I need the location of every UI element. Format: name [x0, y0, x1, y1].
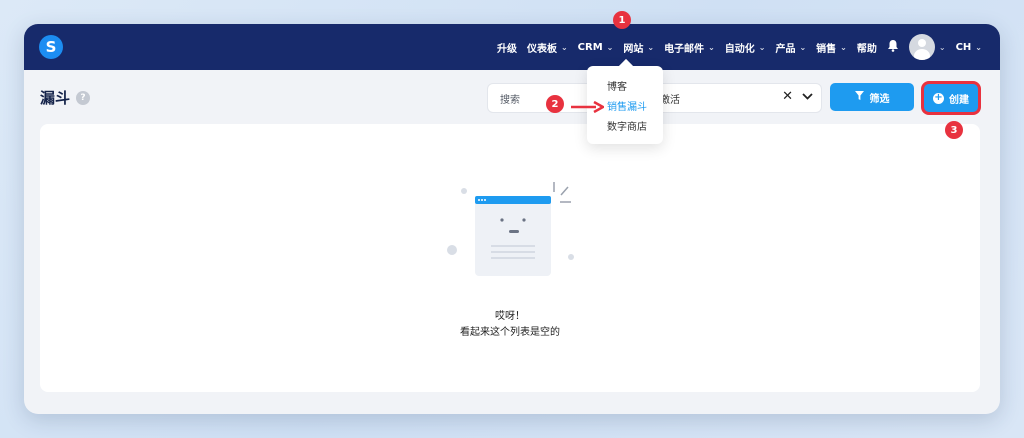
nav-dashboard[interactable]: 仪表板 ⌄	[527, 40, 568, 55]
chevron-down-icon: ⌄	[840, 42, 847, 52]
arrow-right-icon	[571, 101, 604, 113]
nav-help-label: 帮助	[856, 43, 877, 55]
filter-button-label: 筛选	[869, 93, 890, 105]
nav-upgrade-label: 升级	[496, 43, 517, 55]
nav-sales[interactable]: 销售 ⌄	[816, 40, 847, 55]
nav-automation[interactable]: 自动化 ⌄	[725, 40, 766, 55]
status-filter-value[interactable]: 激活	[660, 91, 680, 106]
menu-item-blog[interactable]: 博客	[607, 78, 627, 93]
help-icon[interactable]: ?	[76, 90, 91, 105]
page-title: 漏斗	[40, 89, 71, 107]
step-badge-2: 2	[546, 95, 564, 113]
clear-icon[interactable]: ✕	[782, 89, 793, 104]
page-title-row: 漏斗 ?	[40, 87, 91, 108]
app-window: S 升级 仪表板 ⌄ CRM ⌄ 网站 ⌄ 电子邮件 ⌄ 自动化 ⌄ 产品 ⌄ 销售 ⌄ 帮助…	[24, 24, 1000, 414]
empty-list-card: 哎呀！ 看起来这个列表是空的	[40, 124, 980, 392]
chevron-down-icon: ⌄	[799, 42, 807, 52]
chevron-down-icon: ⌄	[560, 42, 568, 52]
avatar[interactable]	[908, 34, 935, 60]
chevron-down-icon: ⌄	[606, 42, 614, 52]
nav-email[interactable]: 电子邮件 ⌄	[664, 40, 715, 55]
menu-item-sales-funnel[interactable]: 销售漏斗	[607, 98, 647, 113]
nav-products[interactable]: 产品 ⌄	[775, 40, 806, 55]
nav-upgrade[interactable]: 升级	[497, 40, 517, 55]
empty-box-illustration	[447, 182, 574, 276]
user-avatar-menu[interactable]: ⌄	[908, 34, 946, 60]
nav-email-label: 电子邮件	[664, 43, 705, 55]
create-button-label: 创建	[949, 94, 969, 106]
chevron-down-icon: ⌄	[975, 42, 982, 52]
chevron-down-icon: ⌄	[938, 42, 946, 52]
nav-crm[interactable]: CRM ⌄	[578, 42, 614, 53]
bell-icon[interactable]	[887, 39, 899, 55]
nav-website[interactable]: 网站 ⌄	[623, 40, 654, 55]
filter-icon	[854, 91, 864, 103]
chevron-down-icon: ⌄	[758, 42, 766, 52]
nav-products-label: 产品	[775, 43, 796, 55]
nav-dashboard-label: 仪表板	[526, 43, 557, 55]
nav-help[interactable]: 帮助	[857, 40, 877, 55]
filter-button[interactable]: 筛选	[830, 83, 914, 111]
chevron-down-icon: ⌄	[708, 42, 715, 52]
app-logo[interactable]: S	[39, 35, 63, 59]
step-badge-3: 3	[945, 121, 963, 139]
main-nav: 升级 仪表板 ⌄ CRM ⌄ 网站 ⌄ 电子邮件 ⌄ 自动化 ⌄ 产品 ⌄ 销售 ⌄ 帮助 ⌄…	[497, 24, 982, 70]
empty-title: 哎呀！	[495, 311, 525, 322]
chevron-down-icon: ⌄	[647, 42, 655, 52]
plus-circle-icon: +	[933, 92, 944, 104]
user-initials: CH	[955, 41, 972, 53]
top-navbar: S 升级 仪表板 ⌄ CRM ⌄ 网站 ⌄ 电子邮件 ⌄ 自动化 ⌄ 产品 ⌄ 销售 ⌄ 帮助…	[24, 24, 1000, 70]
user-initials-menu[interactable]: CH ⌄	[956, 42, 982, 53]
create-button[interactable]: + 创建	[924, 84, 978, 112]
menu-item-digital-store[interactable]: 数字商店	[607, 118, 647, 133]
empty-subtitle: 看起来这个列表是空的	[460, 327, 560, 338]
nav-automation-label: 自动化	[724, 43, 755, 55]
search-input-placeholder[interactable]: 搜索	[500, 91, 520, 106]
chevron-down-icon[interactable]	[802, 90, 813, 103]
step-badge-1: 1	[613, 11, 631, 29]
nav-website-label: 网站	[623, 43, 644, 55]
nav-sales-label: 销售	[816, 43, 837, 55]
nav-crm-label: CRM	[577, 41, 603, 53]
